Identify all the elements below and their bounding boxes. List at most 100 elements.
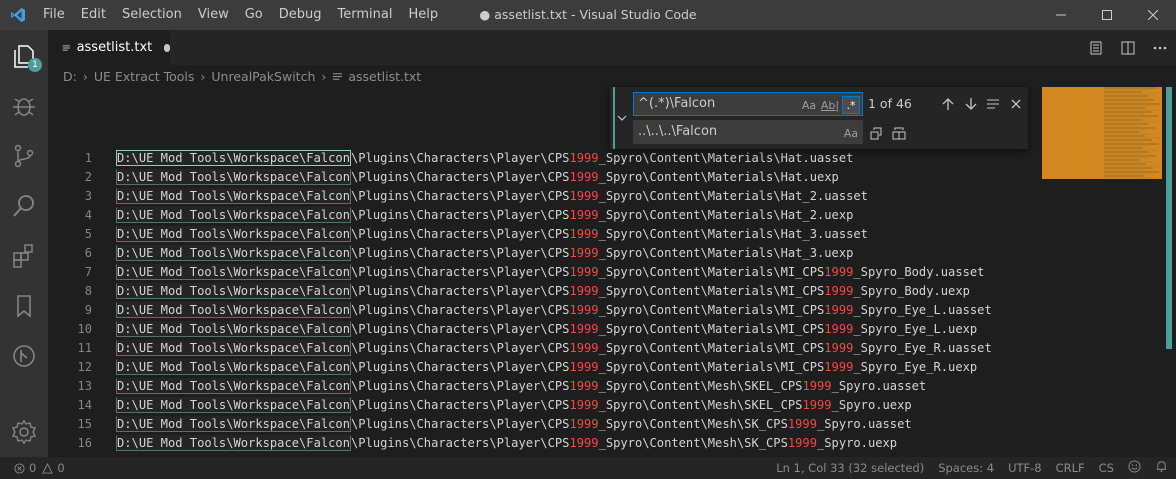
menu-item-go[interactable]: Go — [237, 0, 271, 30]
code-text: _Spyro\Content\Mesh\SKEL_CPS — [598, 398, 803, 412]
whole-word-toggle[interactable]: Ab| — [821, 96, 839, 114]
menu-item-selection[interactable]: Selection — [114, 0, 190, 30]
feedback-smiley-icon[interactable] — [1128, 460, 1141, 476]
code-line[interactable]: D:\UE Mod Tools\Workspace\Falcon\Plugins… — [116, 415, 992, 434]
code-line[interactable]: D:\UE Mod Tools\Workspace\Falcon\Plugins… — [116, 168, 992, 187]
maximize-icon[interactable] — [1084, 0, 1130, 30]
number-literal: 1999 — [569, 379, 599, 393]
find-match-highlight: D:\UE Mod Tools\Workspace\Falcon — [116, 340, 351, 356]
more-actions-icon[interactable] — [1144, 30, 1176, 65]
breadcrumb-file[interactable]: assetlist.txt — [348, 69, 421, 84]
menu-item-debug[interactable]: Debug — [271, 0, 330, 30]
number-literal: 1999 — [824, 341, 854, 355]
code-text: _Spyro\Content\Materials\MI_CPS — [598, 284, 825, 298]
title-bar: ● assetlist.txt - Visual Studio Code Fil… — [0, 0, 1176, 30]
text-file-icon — [62, 44, 70, 51]
unsaved-dot-icon[interactable] — [164, 43, 170, 52]
code-text: _Spyro_Eye_R.uexp — [853, 360, 978, 374]
problems-indicator[interactable]: 0 0 — [14, 457, 65, 479]
split-editor-icon[interactable] — [1112, 30, 1144, 65]
code-text: _Spyro\Content\Materials\Hat_3.uexp — [598, 246, 854, 260]
error-icon — [14, 462, 25, 474]
code-line[interactable]: D:\UE Mod Tools\Workspace\Falcon\Plugins… — [116, 301, 992, 320]
code-line[interactable]: D:\UE Mod Tools\Workspace\Falcon\Plugins… — [116, 358, 992, 377]
warning-count: 0 — [57, 461, 65, 475]
match-case-toggle[interactable]: Aa — [800, 96, 818, 114]
code-area[interactable]: D:\UE Mod Tools\Workspace\Falcon \Plugins… — [116, 149, 992, 453]
cursor-position[interactable]: Ln 1, Col 33 (32 selected) — [776, 461, 924, 475]
files-icon[interactable]: 1 — [0, 32, 48, 80]
code-text: \Plugins\Characters\Player\CPS — [351, 284, 570, 298]
code-line[interactable]: D:\UE Mod Tools\Workspace\Falcon\Plugins… — [116, 225, 992, 244]
line-ending[interactable]: CRLF — [1056, 461, 1085, 475]
minimap[interactable] — [1042, 87, 1162, 179]
number-literal: 1999 — [569, 417, 599, 431]
number-literal: 1999 — [569, 227, 599, 241]
open-preview-icon[interactable] — [1080, 30, 1112, 65]
code-line[interactable]: D:\UE Mod Tools\Workspace\Falcon\Plugins… — [116, 396, 992, 415]
find-replace-widget: ^(.*)\Falcon Aa Ab| .* 1 of 46 ..\..\..\… — [610, 87, 1028, 149]
breadcrumb-folder[interactable]: UE Extract Tools — [94, 69, 195, 84]
code-text: _Spyro_Body.uexp — [853, 284, 970, 298]
tab-assetlist[interactable]: assetlist.txt — [48, 30, 170, 65]
bookmark-icon[interactable] — [0, 282, 48, 330]
extensions-icon[interactable] — [0, 232, 48, 280]
find-match-highlight: D:\UE Mod Tools\Workspace\Falcon — [116, 245, 351, 261]
notifications-bell-icon[interactable] — [1155, 460, 1168, 476]
previous-match-icon[interactable] — [938, 94, 958, 114]
scrollbar[interactable] — [1166, 87, 1172, 349]
code-line[interactable]: D:\UE Mod Tools\Workspace\Falcon\Plugins… — [116, 263, 992, 282]
source-control-icon[interactable] — [0, 132, 48, 180]
number-literal: 1999 — [569, 284, 599, 298]
code-line[interactable]: D:\UE Mod Tools\Workspace\Falcon\Plugins… — [116, 320, 992, 339]
menu-item-view[interactable]: View — [190, 0, 237, 30]
preserve-case-toggle[interactable]: Aa — [842, 124, 860, 142]
number-literal: 1999 — [569, 322, 599, 336]
code-text: _Spyro_Eye_R.uasset — [853, 341, 992, 355]
menu-item-file[interactable]: File — [35, 0, 73, 30]
code-line[interactable]: D:\UE Mod Tools\Workspace\Falcon\Plugins… — [116, 244, 992, 263]
tab-label: assetlist.txt — [76, 40, 153, 55]
indentation[interactable]: Spaces: 4 — [938, 461, 994, 475]
next-match-icon[interactable] — [961, 94, 981, 114]
number-literal: 1999 — [824, 284, 854, 298]
encoding[interactable]: UTF-8 — [1008, 461, 1042, 475]
settings-gear-icon[interactable] — [0, 408, 48, 456]
regex-toggle[interactable]: .* — [842, 96, 860, 114]
find-input[interactable]: ^(.*)\Falcon Aa Ab| .* — [633, 92, 863, 116]
code-line[interactable]: D:\UE Mod Tools\Workspace\Falcon\Plugins… — [116, 434, 992, 453]
replace-all-icon[interactable] — [889, 123, 909, 143]
menu-item-help[interactable]: Help — [400, 0, 446, 30]
line-number: 11 — [77, 341, 92, 355]
minimize-icon[interactable] — [1038, 0, 1084, 30]
status-bar: 0 0 Ln 1, Col 33 (32 selected) Spaces: 4… — [0, 457, 1176, 479]
replace-input[interactable]: ..\..\..\Falcon Aa — [633, 120, 863, 144]
code-line[interactable]: D:\UE Mod Tools\Workspace\Falcon\Plugins… — [116, 149, 992, 168]
number-literal: 1999 — [569, 341, 599, 355]
breadcrumb-drive[interactable]: D: — [63, 69, 77, 84]
language-mode[interactable]: CS — [1099, 461, 1114, 475]
code-line[interactable]: D:\UE Mod Tools\Workspace\Falcon\Plugins… — [116, 377, 992, 396]
git-graph-icon[interactable] — [0, 332, 48, 380]
close-icon[interactable] — [1006, 94, 1026, 114]
number-literal: 1999 — [569, 303, 599, 317]
code-text: \Plugins\Characters\Player\CPS — [351, 436, 570, 450]
code-line[interactable]: D:\UE Mod Tools\Workspace\Falcon\Plugins… — [116, 187, 992, 206]
code-text: _Spyro\Content\Mesh\SK_CPS — [598, 436, 788, 450]
menu-item-edit[interactable]: Edit — [73, 0, 114, 30]
code-line[interactable]: D:\UE Mod Tools\Workspace\Falcon\Plugins… — [116, 339, 992, 358]
breadcrumb-subfolder[interactable]: UnrealPakSwitch — [211, 69, 315, 84]
menu-item-terminal[interactable]: Terminal — [330, 0, 401, 30]
toggle-replace-chevron-icon[interactable] — [613, 87, 631, 149]
code-text: \Plugins\Characters\Player\CPS — [351, 189, 570, 203]
close-window-icon[interactable] — [1130, 0, 1176, 30]
search-icon[interactable] — [0, 182, 48, 230]
code-line[interactable]: D:\UE Mod Tools\Workspace\Falcon\Plugins… — [116, 282, 992, 301]
debug-icon[interactable] — [0, 82, 48, 130]
number-literal: 1999 — [787, 436, 817, 450]
code-text: _Spyro\Content\Materials\Hat.uexp — [598, 170, 839, 184]
find-in-selection-icon[interactable] — [983, 94, 1003, 114]
code-line[interactable]: D:\UE Mod Tools\Workspace\Falcon\Plugins… — [116, 206, 992, 225]
replace-one-icon[interactable] — [866, 123, 886, 143]
code-text: \Plugins\Characters\Player\CPS — [351, 417, 570, 431]
